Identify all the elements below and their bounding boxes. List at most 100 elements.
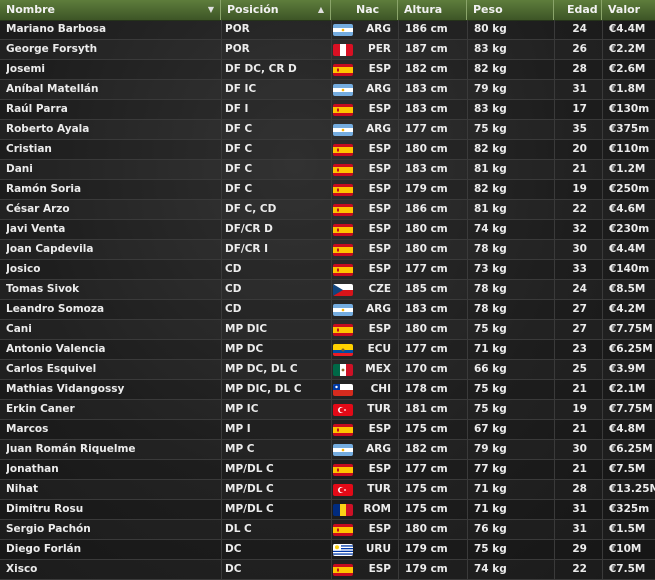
table-row[interactable]: Aníbal Matellán DF IC ARG 183 cm 79 kg 31 €1.8…: [0, 80, 655, 100]
player-nationality: ESP: [368, 423, 391, 435]
chevron-down-icon[interactable]: ▼: [208, 0, 214, 20]
player-age: 23: [572, 343, 587, 355]
table-row[interactable]: Dimitru Rosu MP/DL C ROM 175 cm 71 kg 31 €325m: [0, 500, 655, 520]
table-row[interactable]: Erkin Caner MP IC TUR 181 cm 75 kg 19 €7.75M: [0, 400, 655, 420]
player-height: 175 cm: [405, 483, 448, 495]
player-weight: 82 kg: [474, 143, 507, 155]
table-row[interactable]: Nihat MP/DL C TUR 175 cm 71 kg 28 €13.25M: [0, 480, 655, 500]
table-row[interactable]: Antonio Valencia MP DC ECU 177 cm 71 kg 23 €6.…: [0, 340, 655, 360]
player-weight: 66 kg: [474, 363, 507, 375]
table-row[interactable]: Cani MP DIC ESP 180 cm 75 kg 27 €7.75M: [0, 320, 655, 340]
player-age: 22: [572, 203, 587, 215]
table-row[interactable]: Leandro Somoza CD ARG 183 cm 78 kg 27 €4.2M: [0, 300, 655, 320]
sort-ascending-icon[interactable]: ▲: [318, 0, 324, 20]
spain-flag-icon: [333, 524, 353, 536]
table-row[interactable]: Diego Forlán DC URU 179 cm 75 kg 29 €10M: [0, 540, 655, 560]
table-row[interactable]: Cristian DF C ESP 180 cm 82 kg 20 €110m: [0, 140, 655, 160]
player-nationality: ESP: [368, 223, 391, 235]
table-row[interactable]: Roberto Ayala DF C ARG 177 cm 75 kg 35 €375m: [0, 120, 655, 140]
column-header-altura[interactable]: Altura: [398, 0, 467, 20]
ecuador-flag-icon: [333, 344, 353, 356]
player-height: 183 cm: [405, 163, 448, 175]
table-row[interactable]: Mariano Barbosa POR ARG 186 cm 80 kg 24 €4.4M: [0, 20, 655, 40]
player-age: 26: [572, 43, 587, 55]
player-position: DF C, CD: [225, 203, 277, 215]
spain-flag-icon: [333, 564, 353, 576]
player-height: 183 cm: [405, 103, 448, 115]
table-row[interactable]: Xisco DC ESP 179 cm 74 kg 22 €7.5M: [0, 560, 655, 580]
player-height: 180 cm: [405, 143, 448, 155]
player-position: POR: [225, 23, 250, 35]
player-nationality: ESP: [368, 63, 391, 75]
player-name: Antonio Valencia: [6, 343, 106, 355]
player-value: €110m: [609, 143, 650, 155]
column-header-peso[interactable]: Peso: [467, 0, 554, 20]
table-row[interactable]: Joan Capdevila DF/CR I ESP 180 cm 78 kg 30 €4.…: [0, 240, 655, 260]
player-weight: 83 kg: [474, 43, 507, 55]
table-row[interactable]: Jonathan MP/DL C ESP 177 cm 77 kg 21 €7.5M: [0, 460, 655, 480]
table-row[interactable]: Dani DF C ESP 183 cm 81 kg 21 €1.2M: [0, 160, 655, 180]
spain-flag-icon: [333, 204, 353, 216]
table-row[interactable]: Josemi DF DC, CR D ESP 182 cm 82 kg 28 €2.6M: [0, 60, 655, 80]
player-name: Joan Capdevila: [6, 243, 94, 255]
table-row[interactable]: Juan Román Riquelme MP C ARG 182 cm 79 kg 30 €…: [0, 440, 655, 460]
player-position: DF IC: [225, 83, 257, 95]
player-position: DF C: [225, 183, 253, 195]
column-header-label: Nac: [356, 3, 380, 16]
column-header-label: Nombre: [6, 3, 55, 16]
spain-flag-icon: [333, 324, 353, 336]
player-age: 21: [572, 463, 587, 475]
player-nationality: MEX: [365, 363, 391, 375]
spain-flag-icon: [333, 104, 353, 116]
table-row[interactable]: Sergio Pachón DL C ESP 180 cm 76 kg 31 €1.5M: [0, 520, 655, 540]
player-nationality: ESP: [368, 263, 391, 275]
player-name: Cristian: [6, 143, 52, 155]
player-position: DC: [225, 563, 242, 575]
column-header-label: Posición: [227, 3, 279, 16]
squad-table: Nombre ▼ Posición ▲ Nac Altura Peso Edad…: [0, 0, 655, 580]
column-header-edad[interactable]: Edad: [554, 0, 602, 20]
player-height: 182 cm: [405, 443, 448, 455]
player-position: MP I: [225, 423, 251, 435]
player-name: Javi Venta: [6, 223, 66, 235]
table-row[interactable]: Marcos MP I ESP 175 cm 67 kg 21 €4.8M: [0, 420, 655, 440]
player-nationality: ARG: [366, 303, 391, 315]
table-row[interactable]: Tomas Sivok CD CZE 185 cm 78 kg 24 €8.5M: [0, 280, 655, 300]
table-row[interactable]: Javi Venta DF/CR D ESP 180 cm 74 kg 32 €230m: [0, 220, 655, 240]
player-value: €7.5M: [609, 563, 646, 575]
player-age: 32: [572, 223, 587, 235]
player-value: €2.2M: [609, 43, 646, 55]
column-header-label: Altura: [404, 3, 443, 16]
player-weight: 74 kg: [474, 563, 507, 575]
table-row[interactable]: Josico CD ESP 177 cm 73 kg 33 €140m: [0, 260, 655, 280]
player-age: 24: [572, 283, 587, 295]
player-nationality: PER: [368, 43, 391, 55]
table-row[interactable]: César Arzo DF C, CD ESP 186 cm 81 kg 22 €4.6M: [0, 200, 655, 220]
column-header-valor[interactable]: Valor: [602, 0, 655, 20]
player-nationality: ROM: [363, 503, 391, 515]
table-row[interactable]: George Forsyth POR PER 187 cm 83 kg 26 €2.2M: [0, 40, 655, 60]
table-row[interactable]: Raúl Parra DF I ESP 183 cm 83 kg 17 €130m: [0, 100, 655, 120]
column-header-nombre[interactable]: Nombre ▼: [0, 0, 221, 20]
player-age: 31: [572, 503, 587, 515]
column-header-posicion[interactable]: Posición ▲: [221, 0, 331, 20]
spain-flag-icon: [333, 184, 353, 196]
table-row[interactable]: Mathias Vidangossy MP DIC, DL C CHI 178 cm 7…: [0, 380, 655, 400]
table-row[interactable]: Carlos Esquivel MP DC, DL C MEX 170 cm 66 kg…: [0, 360, 655, 380]
player-position: CD: [225, 263, 242, 275]
player-height: 180 cm: [405, 523, 448, 535]
player-position: DC: [225, 543, 242, 555]
player-height: 187 cm: [405, 43, 448, 55]
player-name: George Forsyth: [6, 43, 98, 55]
player-value: €7.75M: [609, 403, 653, 415]
player-nationality: ESP: [368, 163, 391, 175]
column-header-nac[interactable]: Nac: [331, 0, 398, 20]
player-age: 21: [572, 383, 587, 395]
player-value: €140m: [609, 263, 650, 275]
player-name: Diego Forlán: [6, 543, 82, 555]
player-name: Jonathan: [6, 463, 59, 475]
romania-flag-icon: [333, 504, 353, 516]
player-height: 178 cm: [405, 383, 448, 395]
player-height: 183 cm: [405, 303, 448, 315]
table-row[interactable]: Ramón Soria DF C ESP 179 cm 82 kg 19 €250m: [0, 180, 655, 200]
